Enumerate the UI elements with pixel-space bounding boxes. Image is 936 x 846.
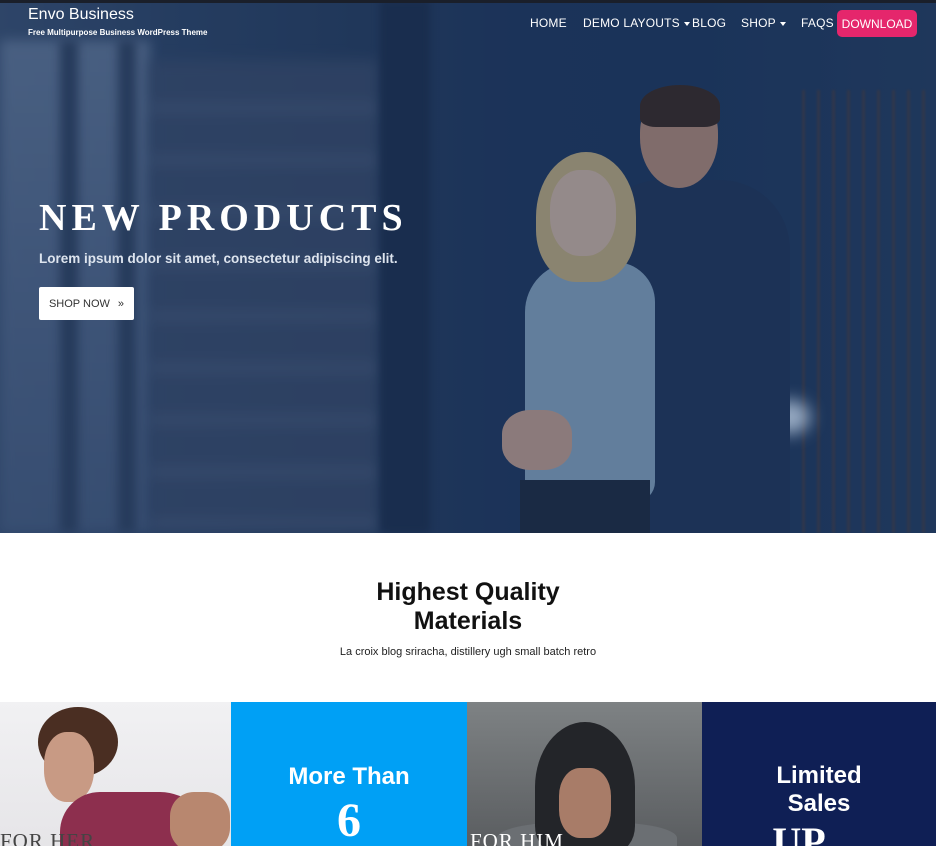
limited-line1: Limited [776, 762, 862, 789]
woman-arm [170, 792, 230, 846]
limited-value: UP [772, 819, 826, 846]
shop-now-label: SHOP NOW [48, 297, 110, 310]
hero-overlay [0, 0, 936, 533]
hero-banner: Envo Business Free Multipurpose Business… [0, 0, 936, 533]
site-tagline: Free Multipurpose Business WordPress The… [28, 28, 208, 37]
feature-title: Highest Quality Materials [0, 578, 936, 636]
feature-title-line2: Materials [413, 607, 523, 635]
tile-more-than: More Than 6 [231, 702, 467, 846]
limited-line2: Sales [787, 790, 851, 817]
nav-shop[interactable]: SHOP [741, 16, 786, 30]
nav-demo-layouts-label: DEMO LAYOUTS [583, 16, 680, 30]
for-him-label: FOR HIM [470, 829, 564, 846]
nav-shop-label: SHOP [741, 16, 776, 30]
tile-limited-sales: Limited Sales UP [702, 702, 936, 846]
caret-down-icon [683, 21, 690, 26]
nav-faqs[interactable]: FAQS [801, 16, 834, 30]
double-chevron-right-icon: » [117, 297, 125, 310]
more-than-label: More Than [288, 763, 410, 790]
nav-blog[interactable]: BLOG [692, 16, 726, 30]
hero-subtitle: Lorem ipsum dolor sit amet, consectetur … [39, 251, 398, 266]
feature-subtitle: La croix blog sriracha, distillery ugh s… [339, 646, 597, 658]
limited-label: Limited Sales [702, 762, 936, 818]
top-border [0, 0, 936, 3]
shop-now-button[interactable]: SHOP NOW » [39, 287, 134, 320]
woman-face [44, 732, 94, 802]
caret-down-icon [779, 21, 786, 26]
hero-title: NEW PRODUCTS [39, 197, 408, 239]
man-face [559, 768, 611, 838]
feature-title-line1: Highest Quality [376, 578, 560, 606]
for-her-label: FOR HER [0, 829, 96, 846]
site-title[interactable]: Envo Business [28, 6, 134, 24]
more-than-value: 6 [337, 794, 361, 846]
nav-demo-layouts[interactable]: DEMO LAYOUTS [583, 16, 690, 30]
nav-home[interactable]: HOME [530, 16, 567, 30]
tile-for-her[interactable]: FOR HER [0, 702, 231, 846]
tile-for-him[interactable]: FOR HIM [467, 702, 702, 846]
download-button[interactable]: DOWNLOAD [837, 10, 917, 37]
